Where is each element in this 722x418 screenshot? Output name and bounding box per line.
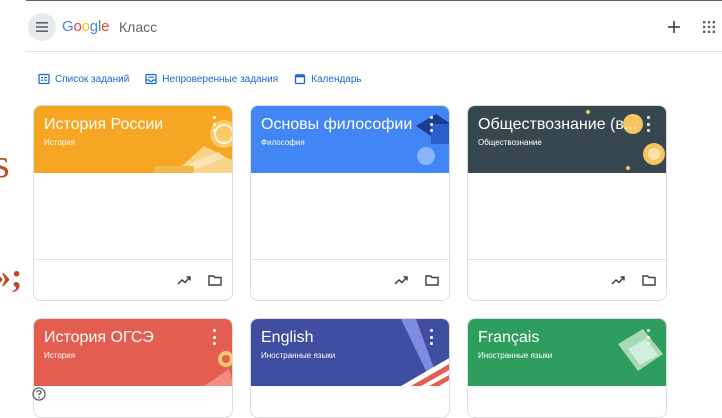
open-statistics-button[interactable]: [608, 270, 628, 290]
more-vert-icon: [429, 342, 433, 345]
create-or-join-button[interactable]: [663, 16, 685, 38]
class-card[interactable]: English Иностранные языки: [250, 318, 450, 418]
trending-up-icon: [611, 276, 625, 285]
card-subtitle: Обществознание: [478, 138, 542, 147]
card-options-button[interactable]: [644, 329, 652, 345]
app-header: Google Класс: [26, 8, 722, 52]
card-options-button[interactable]: [427, 329, 435, 345]
calendar-label: Календарь: [311, 73, 362, 85]
unreviewed-assignments-link[interactable]: Непроверенные задания: [145, 73, 278, 85]
help-button[interactable]: [32, 387, 46, 401]
class-card[interactable]: Основы философии Философия: [250, 105, 450, 301]
logo-letter: o: [81, 18, 90, 35]
card-options-button[interactable]: [210, 116, 218, 132]
card-options-button[interactable]: [427, 116, 435, 132]
class-card[interactable]: Обществознание (в... Обществознание: [467, 105, 667, 301]
folder-icon: [208, 275, 222, 286]
background-fragment-2: »;: [0, 258, 23, 295]
card-banner[interactable]: История России История: [34, 106, 232, 173]
logo-letter: e: [101, 18, 110, 35]
class-card[interactable]: История ОГСЭ История: [33, 318, 233, 418]
card-banner[interactable]: English Иностранные языки: [251, 319, 449, 386]
main-menu-button[interactable]: [28, 13, 56, 41]
more-vert-icon: [212, 129, 216, 132]
card-options-button[interactable]: [644, 116, 652, 132]
assignment-list-icon: [38, 73, 50, 85]
help-icon: [32, 387, 46, 401]
card-subtitle: Иностранные языки: [261, 351, 336, 360]
trending-up-icon: [394, 276, 408, 285]
card-footer: [34, 259, 232, 300]
google-apps-button[interactable]: [700, 18, 718, 36]
more-vert-icon: [429, 329, 433, 332]
open-statistics-button[interactable]: [391, 270, 411, 290]
class-card[interactable]: История России История: [33, 105, 233, 301]
more-vert-icon: [429, 335, 433, 339]
more-vert-icon: [646, 116, 650, 119]
assignment-list-label: Список заданий: [55, 73, 130, 85]
card-title[interactable]: Обществознание (в...: [478, 116, 637, 134]
card-footer: [468, 259, 666, 300]
inbox-icon: [145, 73, 157, 85]
google-logo[interactable]: Google: [62, 18, 109, 35]
card-subtitle: Иностранные языки: [478, 351, 553, 360]
more-vert-icon: [646, 122, 650, 126]
card-title[interactable]: English: [261, 329, 313, 347]
open-folder-button[interactable]: [639, 270, 659, 290]
card-options-button[interactable]: [210, 329, 218, 345]
more-vert-icon: [646, 329, 650, 332]
logo-letter: G: [62, 18, 74, 35]
card-banner[interactable]: Обществознание (в... Обществознание: [468, 106, 666, 173]
card-title[interactable]: Français: [478, 329, 539, 347]
logo-letter: o: [73, 18, 82, 35]
card-footer: [251, 259, 449, 300]
open-statistics-button[interactable]: [174, 270, 194, 290]
assignment-list-link[interactable]: Список заданий: [38, 73, 129, 85]
more-vert-icon: [212, 342, 216, 345]
background-fragment-1: s: [0, 141, 10, 186]
card-banner[interactable]: История ОГСЭ История: [34, 319, 232, 386]
more-vert-icon: [646, 342, 650, 345]
folder-icon: [425, 275, 439, 286]
card-title[interactable]: История России: [44, 116, 163, 134]
trending-up-icon: [177, 276, 191, 285]
more-vert-icon: [212, 122, 216, 126]
card-subtitle: История: [44, 138, 76, 147]
more-vert-icon: [429, 122, 433, 126]
folder-icon: [642, 275, 656, 286]
top-border: [26, 0, 722, 1]
calendar-link[interactable]: Календарь: [294, 73, 362, 85]
more-vert-icon: [646, 129, 650, 132]
more-vert-icon: [646, 335, 650, 339]
card-subtitle: История: [44, 351, 76, 360]
more-vert-icon: [212, 329, 216, 332]
more-vert-icon: [429, 129, 433, 132]
card-title[interactable]: Основы философии: [261, 116, 412, 134]
hamburger-icon: [36, 22, 48, 32]
open-folder-button[interactable]: [422, 270, 442, 290]
more-vert-icon: [212, 116, 216, 119]
secondary-nav: Список заданий Непроверенные задания Кал…: [38, 70, 362, 88]
card-banner[interactable]: Français Иностранные языки: [468, 319, 666, 386]
open-folder-button[interactable]: [205, 270, 225, 290]
card-title[interactable]: История ОГСЭ: [44, 329, 154, 347]
more-vert-icon: [429, 116, 433, 119]
more-vert-icon: [212, 335, 216, 339]
unreviewed-assignments-label: Непроверенные задания: [162, 73, 279, 85]
calendar-icon: [295, 73, 306, 85]
logo-letter: g: [89, 18, 98, 35]
card-banner[interactable]: Основы философии Философия: [251, 106, 449, 173]
apps-grid-icon: [703, 21, 715, 33]
plus-icon: [668, 21, 680, 33]
card-subtitle: Философия: [261, 138, 305, 147]
product-name: Класс: [119, 19, 158, 35]
class-card[interactable]: Français Иностранные языки: [467, 318, 667, 418]
